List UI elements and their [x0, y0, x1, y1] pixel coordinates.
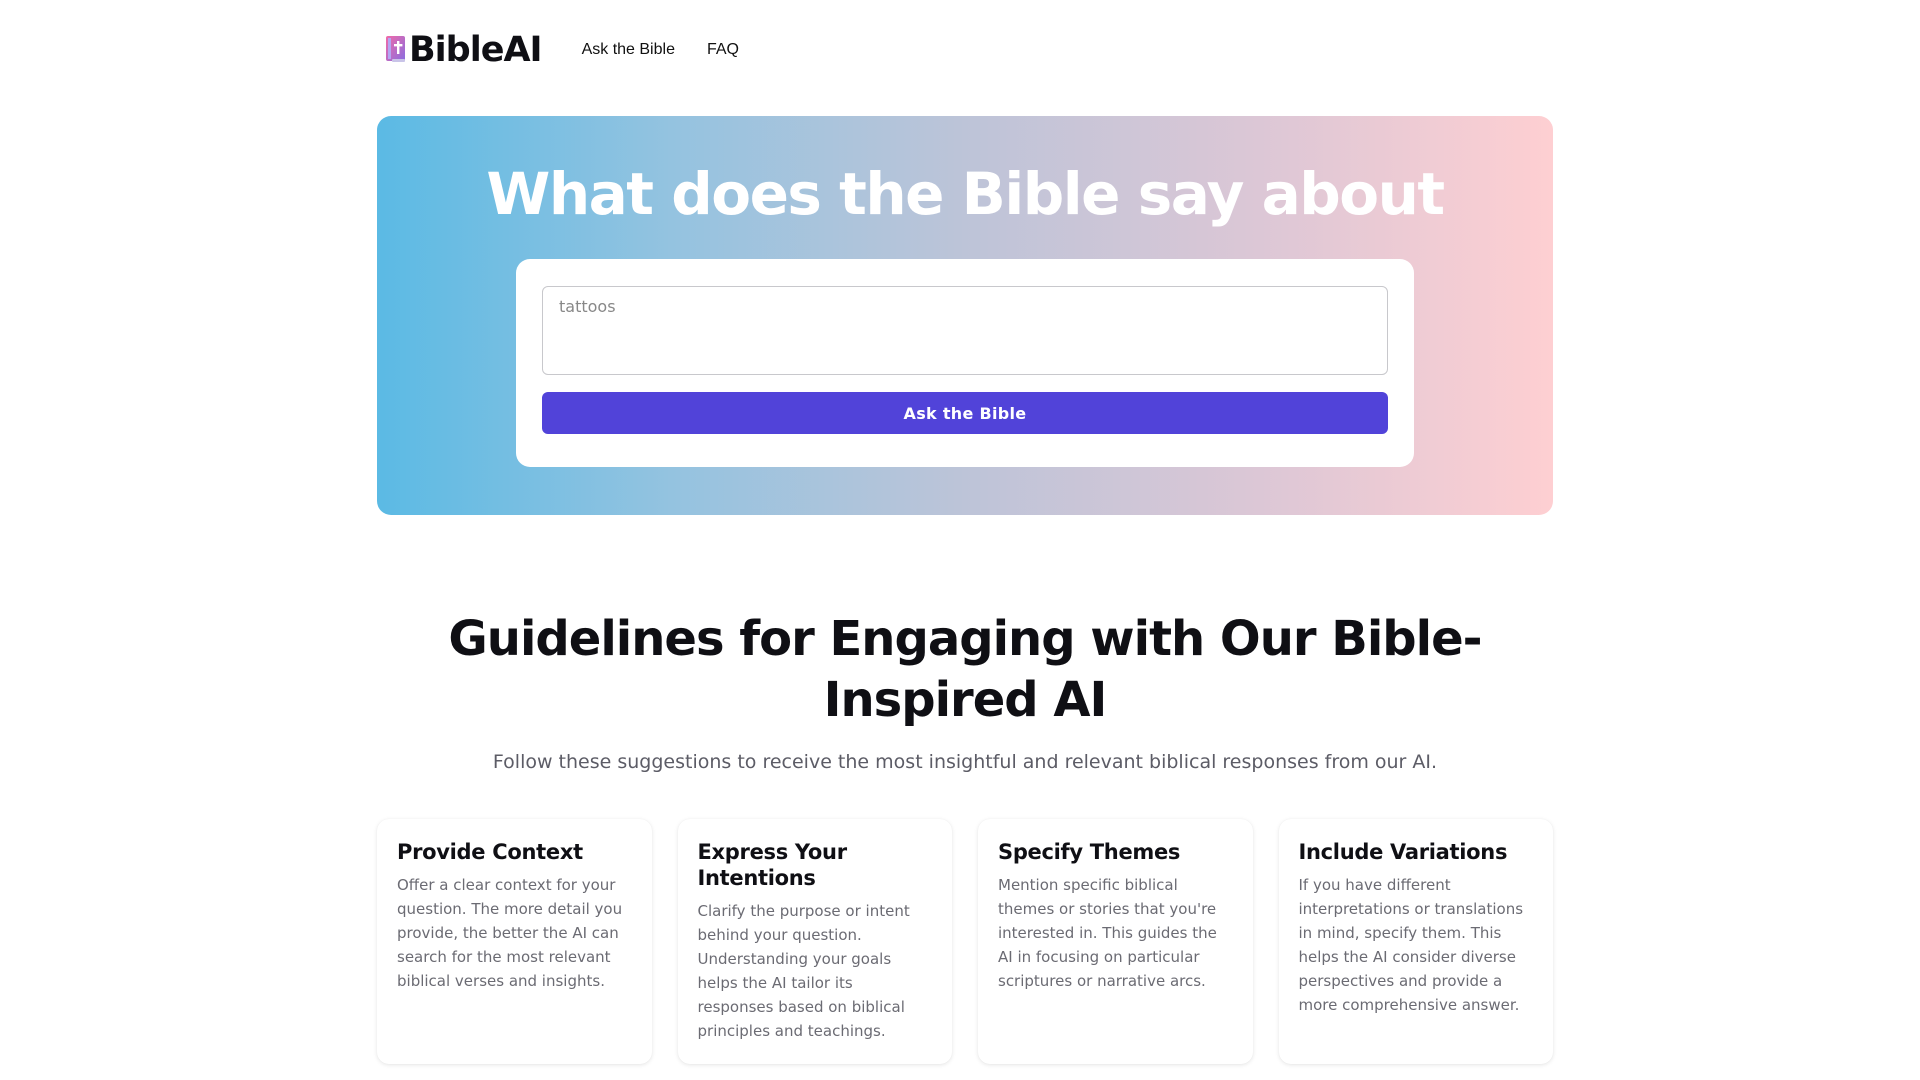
hero-title: What does the Bible say about: [486, 160, 1445, 228]
guideline-card-express-intentions: Express Your Intentions Clarify the purp…: [677, 819, 952, 1064]
guidelines-subtitle: Follow these suggestions to receive the …: [492, 751, 1438, 773]
main-nav: Ask the Bible FAQ: [582, 41, 739, 59]
card-title: Specify Themes: [998, 840, 1181, 864]
ask-card: Ask the Bible: [516, 259, 1414, 467]
question-input[interactable]: [542, 286, 1388, 375]
guidelines-section: Guidelines for Engaging with Our Bible-I…: [377, 609, 1553, 1064]
hero-banner: What does the Bible say about Ask the Bi…: [377, 116, 1553, 515]
logo-text: BibleAI: [409, 30, 543, 70]
card-title: Provide Context: [397, 840, 583, 864]
card-body: Mention specific biblical themes or stor…: [998, 876, 1217, 990]
guideline-card-provide-context: Provide Context Offer a clear context fo…: [377, 819, 652, 1064]
guideline-card-specify-themes: Specify Themes Mention specific biblical…: [978, 819, 1253, 1064]
card-body: Offer a clear context for your question.…: [397, 876, 623, 990]
card-body: Clarify the purpose or intent behind you…: [697, 902, 910, 1040]
nav-faq[interactable]: FAQ: [707, 41, 739, 59]
card-title: Express Your Intentions: [697, 840, 848, 890]
bible-book-icon: [386, 36, 405, 62]
logo-link[interactable]: BibleAI: [385, 30, 543, 70]
nav-ask-the-bible[interactable]: Ask the Bible: [582, 41, 675, 59]
guidelines-title: Guidelines for Engaging with Our Bible-I…: [448, 611, 1482, 728]
card-title: Include Variations: [1298, 840, 1508, 864]
card-body: If you have different interpretations or…: [1298, 876, 1524, 1014]
page-container: BibleAI Ask the Bible FAQ What does the …: [377, 0, 1553, 1064]
guideline-cards: Provide Context Offer a clear context fo…: [377, 819, 1553, 1064]
site-header: BibleAI Ask the Bible FAQ: [377, 0, 1553, 100]
ask-the-bible-button[interactable]: Ask the Bible: [542, 392, 1388, 434]
guideline-card-include-variations: Include Variations If you have different…: [1278, 819, 1553, 1064]
